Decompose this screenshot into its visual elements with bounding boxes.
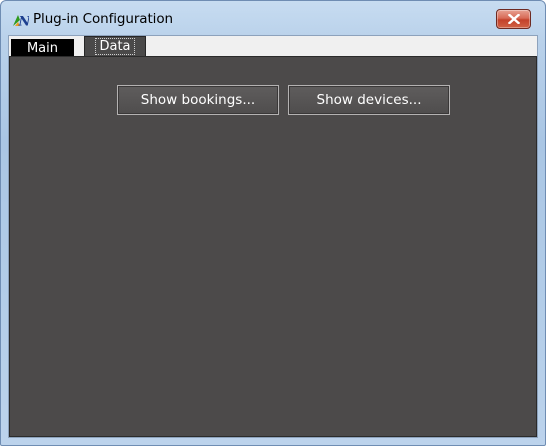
close-icon <box>508 14 520 24</box>
close-button[interactable] <box>496 9 531 29</box>
tab-data[interactable]: Data <box>84 36 146 57</box>
tab-main-label: Main <box>26 41 59 56</box>
tab-main[interactable]: Main <box>11 39 74 57</box>
show-bookings-button[interactable]: Show bookings... <box>117 85 279 115</box>
title-bar[interactable]: N Plug-in Configuration <box>1 1 545 35</box>
svg-text:N: N <box>18 15 30 29</box>
client-area: Main Data Show bookings... Show devices.… <box>8 35 538 438</box>
tab-data-label: Data <box>95 38 135 55</box>
plugin-configuration-window: N Plug-in Configuration Main Data Show b… <box>0 0 546 446</box>
window-title: Plug-in Configuration <box>33 11 173 27</box>
show-devices-button[interactable]: Show devices... <box>288 85 450 115</box>
app-logo-icon: N <box>13 15 30 29</box>
data-tab-panel: Show bookings... Show devices... <box>9 56 537 437</box>
tab-strip: Main Data <box>9 36 537 57</box>
